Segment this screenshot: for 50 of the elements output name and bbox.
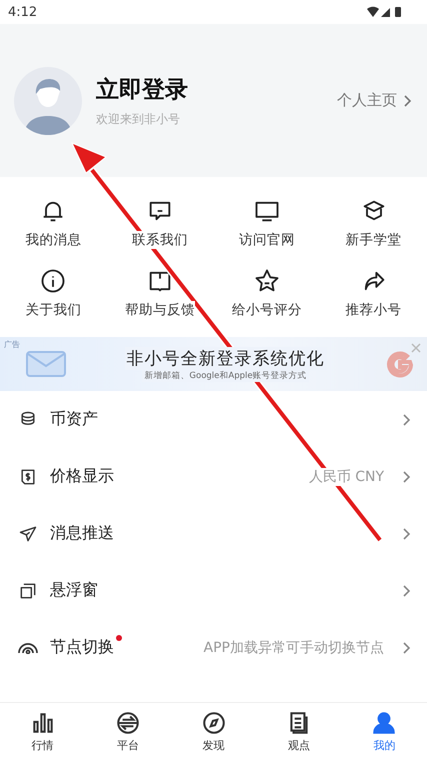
exchange-icon bbox=[115, 710, 142, 736]
status-time: 4:12 bbox=[8, 4, 38, 20]
ad-title: 非小号全新登录系统优化 bbox=[124, 346, 326, 370]
close-icon[interactable] bbox=[411, 343, 421, 353]
settings-label: 币资产 bbox=[50, 409, 98, 430]
nav-tab[interactable]: 发现 bbox=[170, 703, 256, 759]
envelope-icon bbox=[26, 351, 66, 377]
chevron-right-icon bbox=[402, 470, 412, 484]
g-logo-icon bbox=[385, 349, 415, 379]
settings-label: 消息推送 bbox=[50, 523, 114, 544]
person-icon bbox=[371, 710, 398, 736]
ad-subtitle: 新增邮箱、Google和Apple账号登录方式 bbox=[142, 370, 309, 382]
settings-label: 悬浮窗 bbox=[50, 580, 98, 601]
shortcut-item[interactable]: 帮助与反馈 bbox=[106, 261, 214, 325]
settings-value: 人民币 CNY bbox=[308, 468, 384, 486]
settings-row[interactable]: 价格显示 人民币 CNY bbox=[0, 448, 427, 505]
ad-banner[interactable]: 广告 非小号全新登录系统优化 新增邮箱、Google和Apple账号登录方式 bbox=[0, 337, 427, 391]
settings-label: 价格显示 bbox=[50, 466, 114, 487]
nav-tab[interactable]: 我的 bbox=[342, 703, 427, 759]
shortcut-item[interactable]: 推荐小号 bbox=[320, 261, 427, 325]
profile-link[interactable]: 个人主页 bbox=[337, 91, 413, 110]
shortcut-item[interactable]: 新手学堂 bbox=[320, 191, 427, 255]
settings-label: 节点切换 bbox=[50, 637, 114, 658]
avatar-icon[interactable] bbox=[14, 66, 82, 134]
shortcut-item[interactable]: 联系我们 bbox=[106, 191, 214, 255]
login-title[interactable]: 立即登录 bbox=[96, 74, 323, 104]
settings-row[interactable]: 节点切换 APP加载异常可手动切换节点 bbox=[0, 619, 427, 676]
send-icon bbox=[18, 524, 38, 544]
chevron-right-icon bbox=[403, 94, 413, 108]
nav-tab[interactable]: 观点 bbox=[256, 703, 342, 759]
shortcut-item[interactable]: 给小号评分 bbox=[214, 261, 320, 325]
settings-row[interactable]: 悬浮窗 bbox=[0, 562, 427, 619]
nav-tab[interactable]: 行情 bbox=[0, 703, 86, 759]
compass-icon bbox=[200, 710, 227, 736]
shortcut-item[interactable]: 我的消息 bbox=[0, 191, 107, 255]
ad-label: 广告 bbox=[4, 339, 20, 350]
settings-value: APP加载异常可手动切换节点 bbox=[204, 638, 384, 656]
chevron-right-icon bbox=[402, 640, 412, 654]
settings-row[interactable]: 币资产 bbox=[0, 391, 427, 448]
shortcut-item[interactable]: 关于我们 bbox=[0, 261, 107, 325]
window-icon bbox=[18, 580, 38, 600]
chevron-right-icon bbox=[402, 412, 412, 426]
shortcut-item[interactable]: 访问官网 bbox=[214, 191, 320, 255]
settings-row[interactable]: 消息推送 bbox=[0, 505, 427, 562]
signal-icon bbox=[18, 642, 38, 654]
chevron-right-icon bbox=[402, 526, 412, 540]
info-icon bbox=[39, 267, 68, 295]
chevron-right-icon bbox=[402, 584, 412, 598]
nav-tab[interactable]: 平台 bbox=[85, 703, 171, 759]
welcome-text: 欢迎来到非小号 bbox=[96, 110, 181, 128]
